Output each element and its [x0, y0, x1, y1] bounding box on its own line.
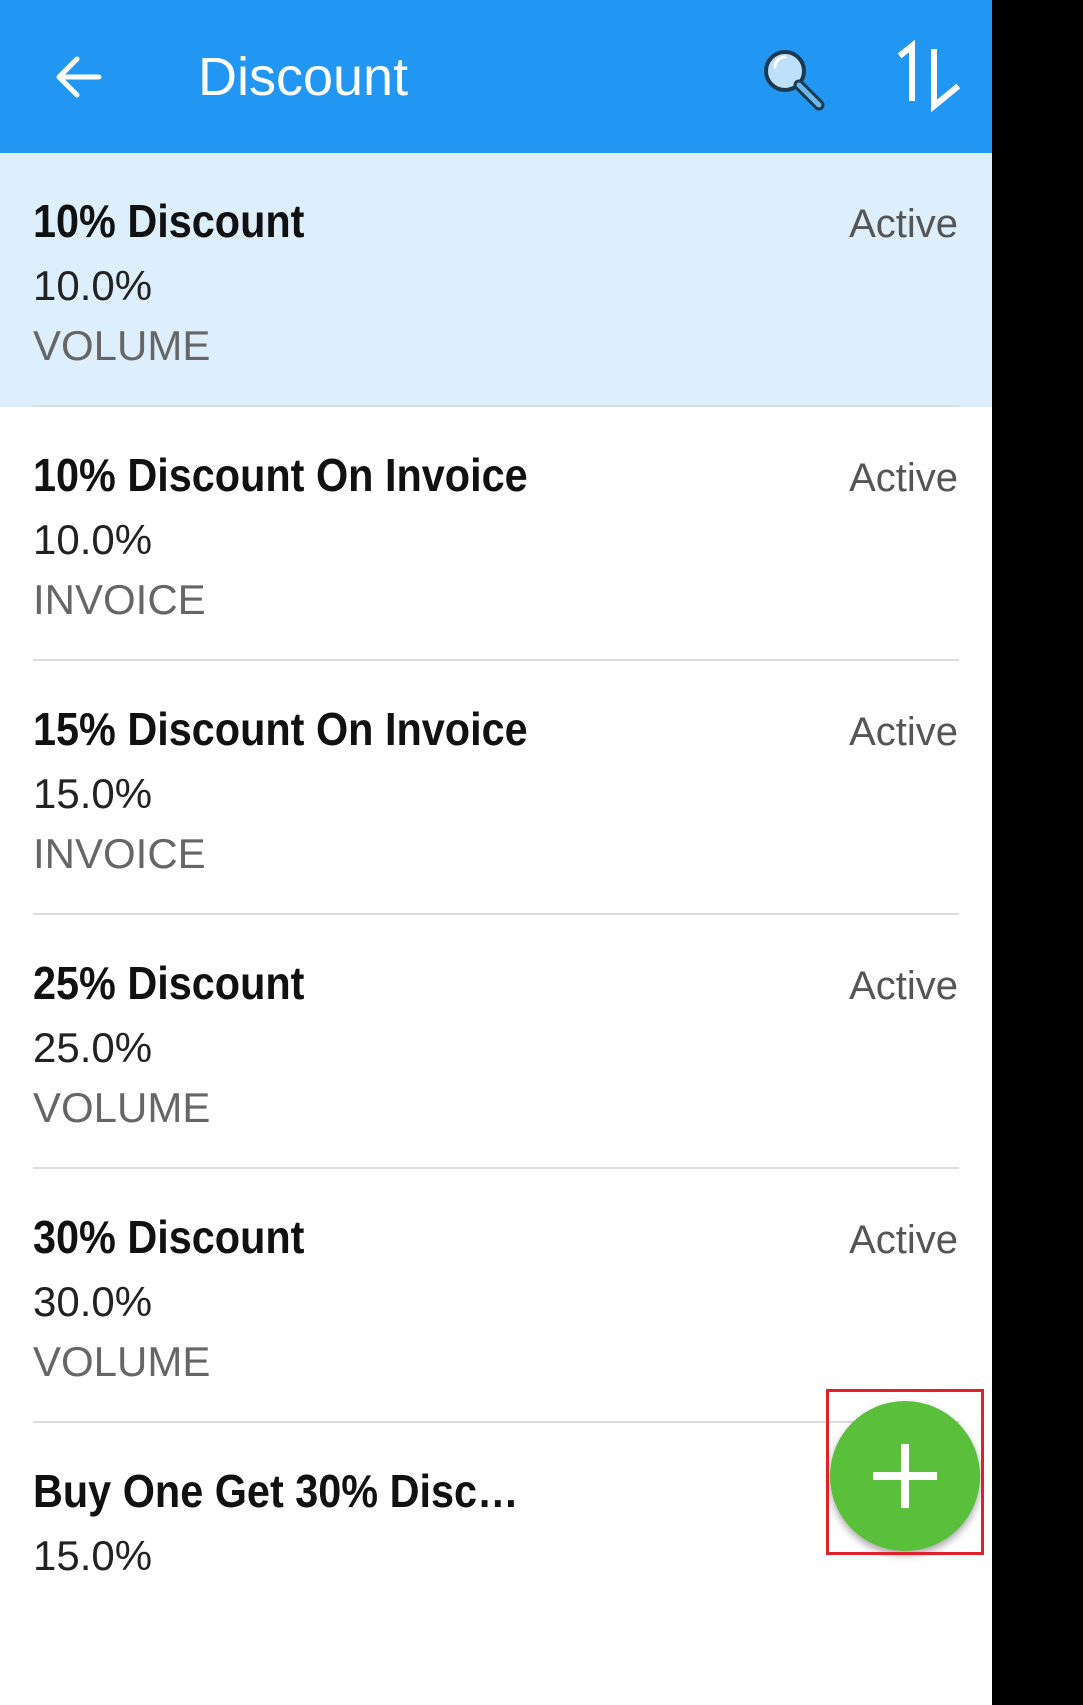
discount-screen: Discount 10% Discount 10.0% VOLUME Activ…: [0, 0, 992, 1705]
discount-status: Active: [849, 202, 958, 246]
discount-name: 25% Discount: [33, 957, 305, 1009]
app-bar: Discount: [0, 0, 992, 153]
list-item[interactable]: 10% Discount On Invoice 10.0% INVOICE Ac…: [0, 407, 992, 661]
discount-name: 10% Discount On Invoice: [33, 449, 528, 501]
sort-button[interactable]: [884, 34, 968, 118]
search-button[interactable]: [752, 38, 834, 120]
list-item[interactable]: 25% Discount 25.0% VOLUME Active: [0, 915, 992, 1169]
discount-status: Active: [849, 964, 958, 1008]
discount-type: INVOICE: [33, 830, 206, 877]
discount-amount: 10.0%: [33, 516, 153, 563]
discount-name: Buy One Get 30% Discoun…: [33, 1465, 537, 1517]
page-title: Discount: [198, 47, 409, 107]
discount-amount: 10.0%: [33, 262, 153, 309]
back-button[interactable]: [38, 38, 116, 116]
discount-name: 30% Discount: [33, 1211, 305, 1263]
discount-status: Active: [849, 1218, 958, 1262]
discount-type: INVOICE: [33, 576, 206, 623]
list-item[interactable]: 30% Discount 30.0% VOLUME Active: [0, 1169, 992, 1423]
discount-amount: 25.0%: [33, 1024, 153, 1071]
discount-type: VOLUME: [33, 1338, 211, 1385]
search-icon: [764, 50, 825, 111]
discount-type: VOLUME: [33, 1084, 211, 1131]
discount-type: VOLUME: [33, 322, 211, 369]
discount-status: Active: [849, 710, 958, 754]
discount-name: 10% Discount: [33, 195, 305, 247]
list-item[interactable]: 10% Discount 10.0% VOLUME Active: [0, 153, 992, 407]
sort-icon: [897, 40, 961, 112]
arrow-left-icon: [56, 56, 102, 98]
add-discount-button[interactable]: [830, 1401, 980, 1551]
list-item[interactable]: 15% Discount On Invoice 15.0% INVOICE Ac…: [0, 661, 992, 915]
discount-amount: 30.0%: [33, 1278, 153, 1325]
discount-name: 15% Discount On Invoice: [33, 703, 528, 755]
plus-icon: [873, 1444, 937, 1508]
discount-amount: 15.0%: [33, 1532, 153, 1579]
discount-amount: 15.0%: [33, 770, 153, 817]
discount-status: Active: [849, 456, 958, 500]
